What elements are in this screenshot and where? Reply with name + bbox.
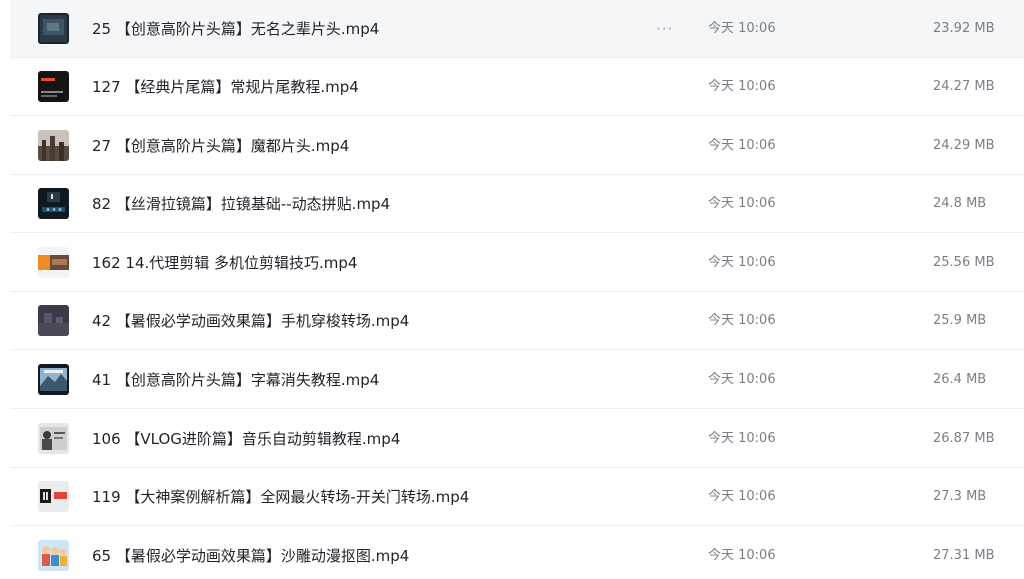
file-size: 27.3 MB xyxy=(933,489,987,504)
modified-time: 今天 10:06 xyxy=(708,548,776,563)
file-size: 25.9 MB xyxy=(933,313,987,328)
file-row[interactable]: 42 【暑假必学动画效果篇】手机穿梭转场.mp4 今天 10:06 25.9 M… xyxy=(10,292,1024,350)
file-row[interactable]: 82 【丝滑拉镜篇】拉镜基础--动态拼贴.mp4 今天 10:06 24.8 M… xyxy=(10,175,1024,233)
file-size: 24.29 MB xyxy=(933,138,995,153)
file-name[interactable]: 42 【暑假必学动画效果篇】手机穿梭转场.mp4 xyxy=(92,292,409,350)
file-name[interactable]: 106 【VLOG进阶篇】音乐自动剪辑教程.mp4 xyxy=(92,410,400,468)
dark-scene-thumbnail[interactable] xyxy=(38,13,69,44)
dark-title-thumbnail[interactable] xyxy=(38,71,69,102)
person-thumbnail[interactable] xyxy=(38,423,69,454)
file-row[interactable]: 41 【创意高阶片头篇】字幕消失教程.mp4 今天 10:06 26.4 MB xyxy=(10,351,1024,409)
modified-time: 今天 10:06 xyxy=(708,138,776,153)
city-thumbnail[interactable] xyxy=(38,130,69,161)
more-icon[interactable]: ··· xyxy=(656,0,673,58)
file-name[interactable]: 162 14.代理剪辑 多机位剪辑技巧.mp4 xyxy=(92,234,357,292)
modified-time: 今天 10:06 xyxy=(708,489,776,504)
file-name[interactable]: 65 【暑假必学动画效果篇】沙雕动漫抠图.mp4 xyxy=(92,527,409,579)
modified-time: 今天 10:06 xyxy=(708,255,776,270)
modified-time: 今天 10:06 xyxy=(708,196,776,211)
orange-editor-thumbnail[interactable] xyxy=(38,247,69,278)
file-name[interactable]: 82 【丝滑拉镜篇】拉镜基础--动态拼贴.mp4 xyxy=(92,175,390,233)
modified-time: 今天 10:06 xyxy=(708,313,776,328)
modified-time: 今天 10:06 xyxy=(708,431,776,446)
file-name[interactable]: 25 【创意高阶片头篇】无名之辈片头.mp4 xyxy=(92,0,379,58)
collage-thumbnail[interactable] xyxy=(38,188,69,219)
file-row[interactable]: 65 【暑假必学动画效果篇】沙雕动漫抠图.mp4 今天 10:06 27.31 … xyxy=(10,527,1024,579)
file-row[interactable]: 127 【经典片尾篇】常规片尾教程.mp4 今天 10:06 24.27 MB xyxy=(10,58,1024,116)
file-size: 26.87 MB xyxy=(933,431,995,446)
file-name[interactable]: 127 【经典片尾篇】常规片尾教程.mp4 xyxy=(92,58,359,116)
modified-time: 今天 10:06 xyxy=(708,21,776,36)
file-size: 24.8 MB xyxy=(933,196,987,211)
modified-time: 今天 10:06 xyxy=(708,79,776,94)
file-name[interactable]: 119 【大神案例解析篇】全网最火转场-开关门转场.mp4 xyxy=(92,468,469,526)
file-row[interactable]: 27 【创意高阶片头篇】魔都片头.mp4 今天 10:06 24.29 MB xyxy=(10,117,1024,175)
file-row[interactable]: 25 【创意高阶片头篇】无名之辈片头.mp4 ··· 今天 10:06 23.9… xyxy=(10,0,1024,58)
file-size: 23.92 MB xyxy=(933,21,995,36)
file-row[interactable]: 106 【VLOG进阶篇】音乐自动剪辑教程.mp4 今天 10:06 26.87… xyxy=(10,410,1024,468)
landscape-thumbnail[interactable] xyxy=(38,364,69,395)
file-name[interactable]: 27 【创意高阶片头篇】魔都片头.mp4 xyxy=(92,117,349,175)
modified-time: 今天 10:06 xyxy=(708,372,776,387)
cartoon-thumbnail[interactable] xyxy=(38,540,69,571)
file-list: 25 【创意高阶片头篇】无名之辈片头.mp4 ··· 今天 10:06 23.9… xyxy=(0,0,1024,579)
file-size: 25.56 MB xyxy=(933,255,995,270)
file-size: 26.4 MB xyxy=(933,372,987,387)
file-name[interactable]: 41 【创意高阶片头篇】字幕消失教程.mp4 xyxy=(92,351,379,409)
door-thumbnail[interactable] xyxy=(38,481,69,512)
file-size: 27.31 MB xyxy=(933,548,995,563)
night-thumbnail[interactable] xyxy=(38,305,69,336)
file-row[interactable]: 162 14.代理剪辑 多机位剪辑技巧.mp4 今天 10:06 25.56 M… xyxy=(10,234,1024,292)
file-size: 24.27 MB xyxy=(933,79,995,94)
file-row[interactable]: 119 【大神案例解析篇】全网最火转场-开关门转场.mp4 今天 10:06 2… xyxy=(10,468,1024,526)
